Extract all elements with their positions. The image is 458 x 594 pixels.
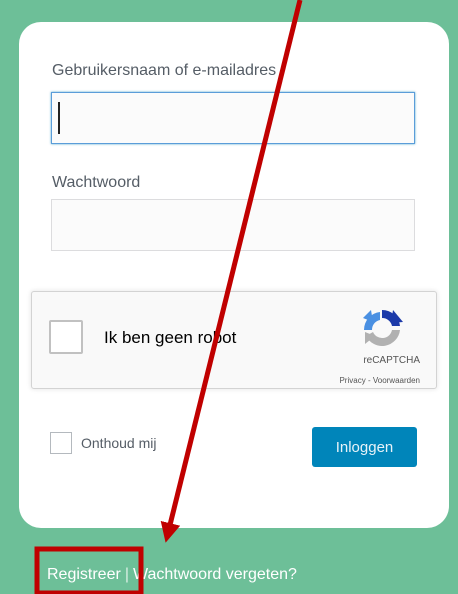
password-input[interactable] (51, 199, 415, 251)
recaptcha-logo-icon (363, 309, 403, 346)
recaptcha-links: Privacy - Voorwaarden (339, 376, 420, 385)
username-label: Gebruikersnaam of e-mailadres (52, 62, 277, 79)
username-input[interactable] (51, 92, 415, 144)
password-label: Wachtwoord (52, 174, 141, 191)
nav-separator: | (124, 566, 129, 583)
links-separator: - (367, 376, 371, 385)
remember-me-checkbox[interactable] (50, 432, 72, 454)
recaptcha-brand: reCAPTCHA (363, 355, 420, 366)
recaptcha-checkbox[interactable] (49, 320, 83, 354)
text-caret (58, 102, 60, 134)
remember-me-label[interactable]: Onthoud mij (81, 435, 156, 451)
recaptcha-widget: Ik ben geen robot reCAPTCHA Privacy - Vo… (31, 291, 437, 389)
register-link[interactable]: Registreer (47, 566, 121, 583)
privacy-link[interactable]: Privacy (339, 376, 365, 385)
bottom-nav: Registreer | Wachtwoord vergeten? (47, 566, 297, 584)
login-button[interactable]: Inloggen (312, 427, 417, 467)
terms-link[interactable]: Voorwaarden (373, 376, 420, 385)
recaptcha-label: Ik ben geen robot (104, 328, 237, 347)
lost-password-link[interactable]: Wachtwoord vergeten? (133, 566, 297, 583)
